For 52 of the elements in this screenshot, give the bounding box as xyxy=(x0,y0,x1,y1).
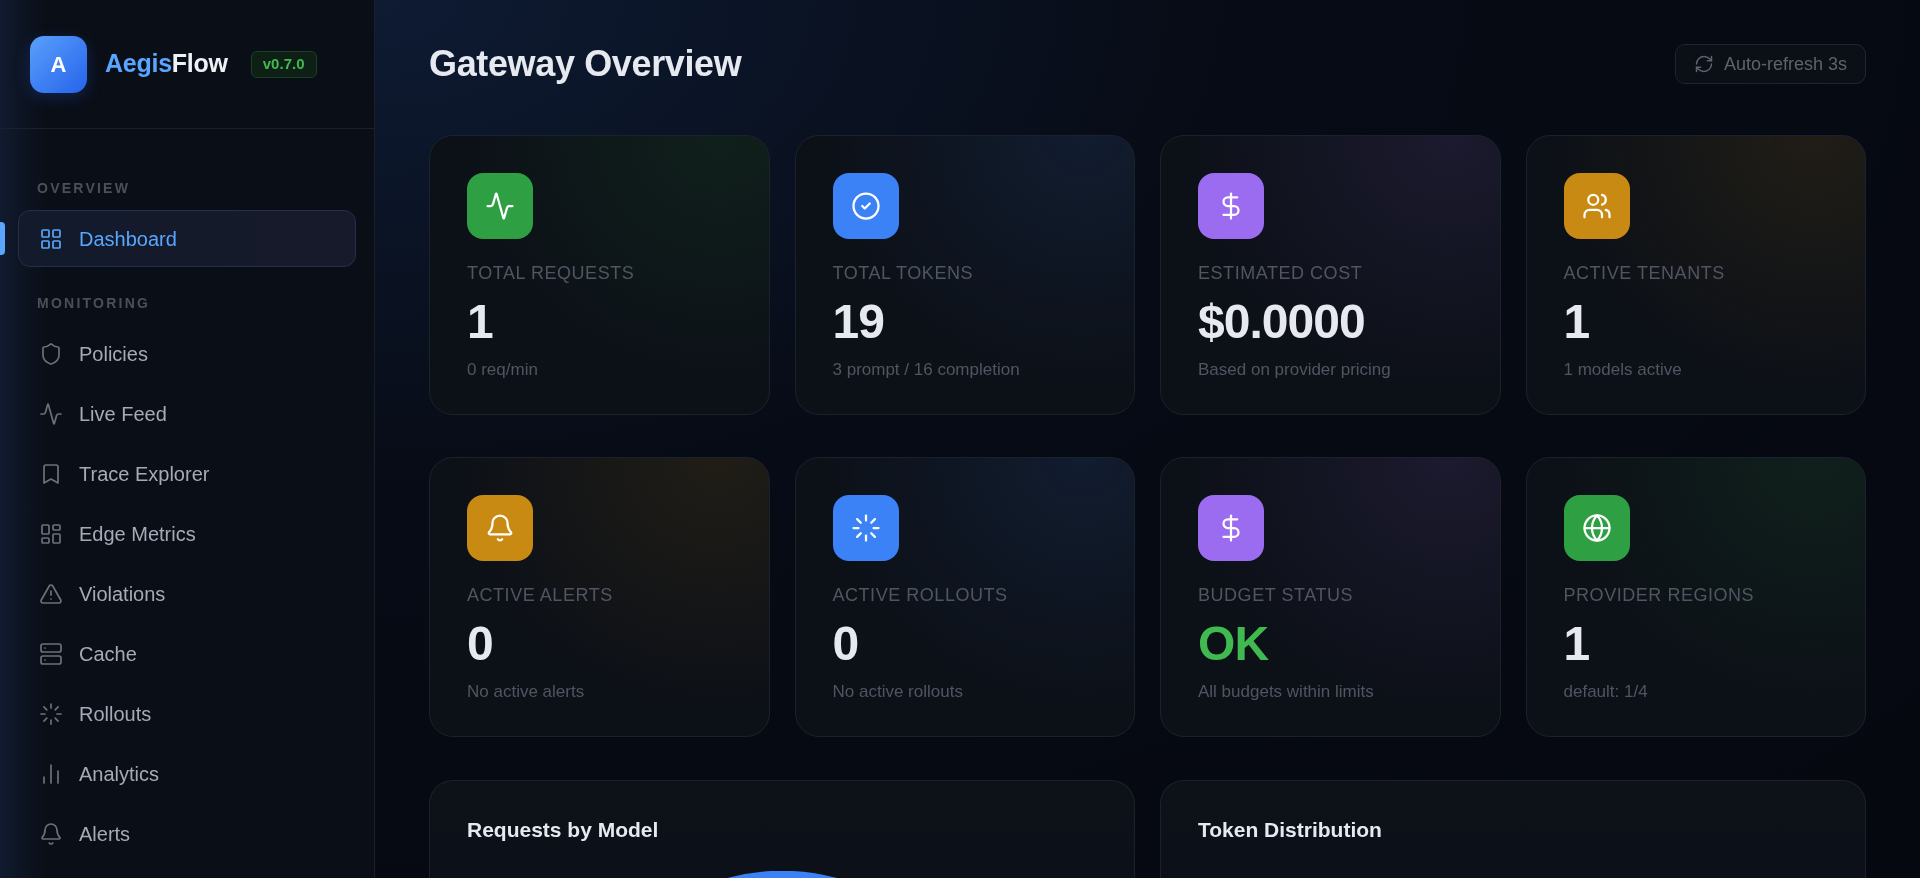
stat-value: 1 xyxy=(1563,295,1591,349)
nav-item[interactable]: Analytics xyxy=(18,745,356,802)
nav-item[interactable]: Violations xyxy=(18,565,356,622)
stat-label: TOTAL REQUESTS xyxy=(467,262,636,285)
stat-value: $0.0000 xyxy=(1198,295,1366,349)
stat-label: ACTIVE ROLLOUTS xyxy=(832,584,1009,607)
pulse-line-icon xyxy=(39,401,63,426)
nav-item[interactable]: Trace Explorer xyxy=(18,445,356,502)
warning-icon xyxy=(39,581,63,606)
stat-label: BUDGET STATUS xyxy=(1198,584,1355,607)
stat-label: PROVIDER REGIONS xyxy=(1563,584,1756,607)
nav-item[interactable]: Rollouts xyxy=(18,685,356,742)
spinner-icon xyxy=(39,701,63,726)
shield-icon xyxy=(39,341,63,366)
server-icon xyxy=(39,641,63,666)
stat-value: 1 xyxy=(1563,617,1591,671)
stat-value: 19 xyxy=(832,295,885,349)
stat-value: OK xyxy=(1198,617,1270,671)
stat-value: 0 xyxy=(832,617,860,671)
grid-icon xyxy=(39,226,63,251)
nav-item[interactable]: Live Feed xyxy=(18,385,356,442)
nav-item[interactable]: Dashboard xyxy=(18,210,356,267)
stat-caption: 1 models active xyxy=(1563,359,1683,381)
refresh-icon xyxy=(1693,54,1714,74)
active-indicator xyxy=(0,222,5,255)
stat-label: ACTIVE TENANTS xyxy=(1563,262,1726,285)
section-heading: MONITORING xyxy=(36,294,152,313)
chart-title: Token Distribution xyxy=(1198,817,1383,843)
nav-item[interactable]: Edge Metrics xyxy=(18,505,356,562)
layout-tiles-icon xyxy=(39,521,63,546)
bell-icon xyxy=(39,821,63,846)
stat-caption: No active alerts xyxy=(467,681,586,703)
stat-label: TOTAL TOKENS xyxy=(832,262,975,285)
stat-caption: All budgets within limits xyxy=(1198,681,1375,703)
nav-item[interactable]: Alerts xyxy=(18,805,356,862)
logo-tile: A xyxy=(30,35,87,93)
stat-label: ACTIVE ALERTS xyxy=(467,584,614,607)
chart-title: Requests by Model xyxy=(467,817,660,843)
stat-caption: No active rollouts xyxy=(832,681,964,703)
stat-label: ESTIMATED COST xyxy=(1198,262,1364,285)
nav-item[interactable]: Policies xyxy=(18,325,356,382)
version-badge: v0.7.0 xyxy=(250,50,317,78)
app-name: AegisFlow xyxy=(105,48,228,80)
nav-item[interactable]: Cache xyxy=(18,625,356,682)
stat-caption: Based on provider pricing xyxy=(1198,359,1392,381)
stat-caption: 3 prompt / 16 completion xyxy=(832,359,1021,381)
stat-value: 1 xyxy=(467,295,494,349)
section-heading: OVERVIEW xyxy=(36,179,132,198)
stat-value: 0 xyxy=(467,617,494,671)
stat-caption: default: 1/4 xyxy=(1563,681,1649,703)
stat-caption: 0 req/min xyxy=(467,359,539,381)
page-title: Gateway Overview xyxy=(429,44,742,84)
